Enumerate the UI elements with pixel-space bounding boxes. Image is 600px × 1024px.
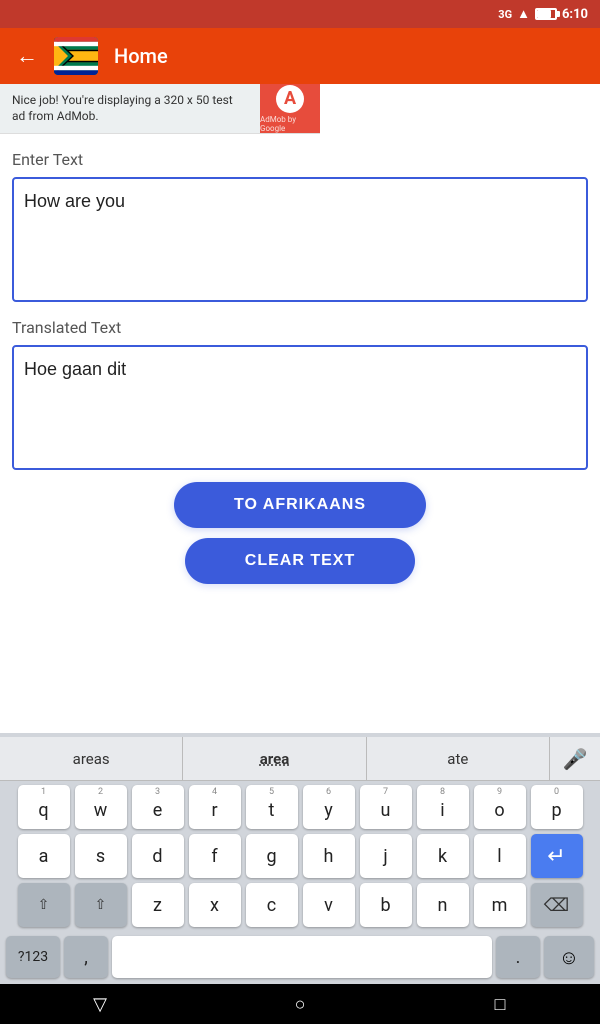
nav-home-button[interactable]: ○ [270,984,330,1024]
key-i[interactable]: 8i [417,785,469,829]
wifi-icon: ▲ [517,6,530,22]
battery-icon [535,8,557,20]
sym-key[interactable]: ?123 [6,936,60,978]
nav-back-button[interactable]: ▽ [70,984,130,1024]
key-y[interactable]: 6y [303,785,355,829]
key-j[interactable]: j [360,834,412,878]
key-h[interactable]: h [303,834,355,878]
comma-key[interactable]: , [64,936,108,978]
emoji-key[interactable]: ☺ [544,936,594,978]
keyboard-bottom-row: ?123 , . ☺ [0,934,600,984]
key-q[interactable]: 1q [18,785,70,829]
mic-button[interactable]: 🎤 [550,737,600,781]
key-z[interactable]: z [132,883,184,927]
action-buttons: TO AFRIKAANS CLEAR TEXT [12,474,588,594]
key-n[interactable]: n [417,883,469,927]
key-x[interactable]: x [189,883,241,927]
ad-by-text: AdMob by Google [260,115,320,133]
nav-bar: ▽ ○ □ [0,984,600,1024]
clear-button[interactable]: CLEAR TEXT [185,538,415,584]
key-r[interactable]: 4r [189,785,241,829]
key-l[interactable]: l [474,834,526,878]
period-key[interactable]: . [496,936,540,978]
admob-logo-icon: A [276,85,304,113]
key-s[interactable]: s [75,834,127,878]
app-bar: ← Home [0,28,600,84]
space-key[interactable] [112,936,492,978]
input-text-area[interactable] [12,177,588,302]
input-label: Enter Text [12,150,588,169]
key-w[interactable]: 2w [75,785,127,829]
suggestion-area[interactable]: area [183,737,366,780]
key-d[interactable]: d [132,834,184,878]
suggestion-areas[interactable]: areas [0,737,183,780]
key-second-shift[interactable]: ⇧ [75,883,127,927]
ad-text: Nice job! You're displaying a 320 x 50 t… [0,93,260,124]
key-b[interactable]: b [360,883,412,927]
app-logo [54,37,98,75]
key-p[interactable]: 0p [531,785,583,829]
nav-recents-button[interactable]: □ [470,984,530,1024]
ad-logo: A AdMob by Google [260,84,320,134]
shift-key[interactable]: ⇧ [18,883,70,927]
key-o[interactable]: 9o [474,785,526,829]
key-row-2: a s d f g h j k l [2,834,598,878]
suggestion-ate[interactable]: ate [367,737,550,780]
status-icons: 3G ▲ 6:10 [498,6,588,22]
status-bar: 3G ▲ 6:10 [0,0,600,28]
keyboard-rows: 1q 2w 3e 4r 5t 6y 7u 8i [0,781,600,934]
main-content: Enter Text Translated Text TO AFRIKAANS … [0,134,600,610]
time-display: 6:10 [562,7,588,22]
back-button[interactable]: ← [16,43,38,69]
key-g[interactable]: g [246,834,298,878]
suggestions-row: areas area ate 🎤 [0,737,600,781]
key-f[interactable]: f [189,834,241,878]
ad-banner: Nice job! You're displaying a 320 x 50 t… [0,84,320,134]
key-v[interactable]: v [303,883,355,927]
key-u[interactable]: 7u [360,785,412,829]
enter-key[interactable]: ↵ [531,834,583,878]
key-m[interactable]: m [474,883,526,927]
key-k[interactable]: k [417,834,469,878]
key-row-1: 1q 2w 3e 4r 5t 6y 7u 8i [2,785,598,829]
signal-icon: 3G [498,8,512,21]
key-row-3: ⇧ ⇧ z x c v b n m ⌫ [2,883,598,927]
app-title: Home [114,44,168,68]
key-t[interactable]: 5t [246,785,298,829]
translate-button[interactable]: TO AFRIKAANS [174,482,426,528]
key-c[interactable]: c [246,883,298,927]
keyboard: areas area ate 🎤 1q 2w 3e 4r 5t [0,733,600,984]
translated-label: Translated Text [12,318,588,337]
key-a[interactable]: a [18,834,70,878]
key-e[interactable]: 3e [132,785,184,829]
delete-key[interactable]: ⌫ [531,883,583,927]
translated-text-area[interactable] [12,345,588,470]
